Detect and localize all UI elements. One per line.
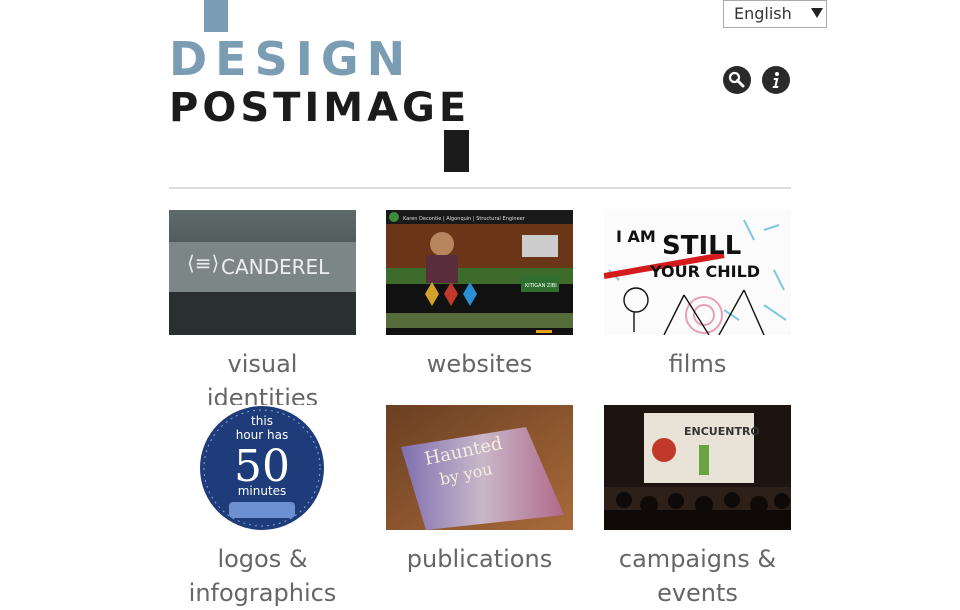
logos-infographics-thumbnail: this hour has 50 minutes — [169, 405, 356, 530]
tile-publications[interactable]: Haunted by you publications — [386, 405, 573, 576]
logo-thumb-line2: hour has — [236, 428, 289, 442]
search-button[interactable] — [723, 66, 751, 94]
films-thumb-line3: YOUR CHILD — [649, 262, 760, 281]
language-select-value: English — [734, 4, 792, 23]
tile-label: films — [668, 350, 727, 378]
chevron-down-icon — [811, 8, 823, 18]
films-thumb-line2: STILL — [662, 231, 741, 261]
campaign-thumb-text: ENCUENTRO — [684, 425, 760, 438]
tile-websites[interactable]: Karen Decontie | Algonquin | Structural … — [386, 210, 573, 381]
tile-label: websites — [426, 350, 533, 378]
websites-thumbnail: Karen Decontie | Algonquin | Structural … — [386, 210, 573, 335]
logo-line-design: DESIGN — [169, 32, 413, 86]
campaigns-events-thumbnail: ENCUENTRO — [604, 405, 791, 530]
search-icon — [728, 71, 745, 88]
tile-label: publications — [406, 545, 553, 573]
websites-thumb-text: Karen Decontie | Algonquin | Structural … — [403, 216, 526, 222]
svg-text:⟨≡⟩: ⟨≡⟩ — [187, 251, 219, 275]
films-thumb-line1: I AM — [616, 227, 656, 246]
info-button[interactable] — [762, 66, 790, 94]
header-divider — [169, 187, 791, 189]
info-icon — [772, 72, 779, 88]
candererl-thumb-text: CANDEREL — [221, 255, 330, 279]
tile-visual-identities[interactable]: ⟨≡⟩ CANDEREL visual identities — [169, 210, 356, 415]
logo-thumb-line1: this — [251, 414, 273, 428]
tile-campaigns-events[interactable]: ENCUENTRO campaigns & events — [604, 405, 791, 610]
logo-thumb-line4: minutes — [238, 484, 287, 498]
tile-logos-infographics[interactable]: this hour has 50 minutes logos & infogra… — [169, 405, 356, 610]
tile-films[interactable]: I AM STILL YOUR CHILD films — [604, 210, 791, 381]
websites-thumb-badge: KITIGAN ZIBI — [525, 283, 557, 289]
visual-identities-thumbnail: ⟨≡⟩ CANDEREL — [169, 210, 356, 335]
logo-line-postimage: POSTIMAGE — [169, 85, 469, 131]
publications-thumbnail: Haunted by you — [386, 405, 573, 530]
films-thumbnail: I AM STILL YOUR CHILD — [604, 210, 791, 335]
site-logo[interactable]: DESIGN POSTIMAGE — [169, 0, 469, 172]
language-select[interactable]: English — [723, 0, 827, 28]
